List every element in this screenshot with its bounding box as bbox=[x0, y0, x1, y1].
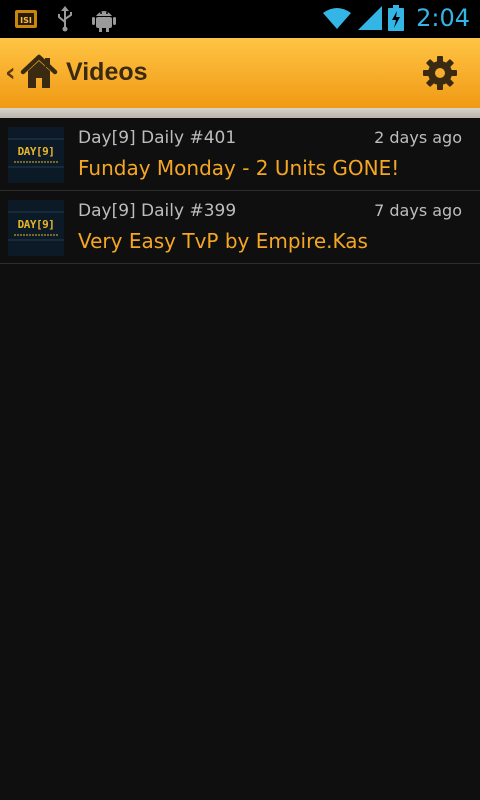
list-item[interactable]: DAY[9] Day[9] Daily #399 7 days ago Very… bbox=[0, 191, 480, 264]
back-chevron-icon[interactable]: ‹ bbox=[5, 58, 16, 88]
gear-icon[interactable] bbox=[422, 55, 458, 91]
video-list: DAY[9] Day[9] Daily #401 2 days ago Fund… bbox=[0, 118, 480, 264]
video-age: 2 days ago bbox=[374, 128, 462, 147]
video-title: Very Easy TvP by Empire.Kas bbox=[78, 229, 368, 253]
svg-text:ISI: ISI bbox=[20, 16, 32, 25]
video-thumbnail: DAY[9] bbox=[8, 127, 64, 183]
status-system: 2:04 bbox=[322, 4, 470, 32]
video-subtitle: Day[9] Daily #401 bbox=[78, 128, 237, 148]
status-time: 2:04 bbox=[416, 4, 470, 32]
usb-icon bbox=[58, 6, 72, 32]
thumbnail-text: DAY[9] bbox=[17, 145, 55, 158]
video-subtitle: Day[9] Daily #399 bbox=[78, 201, 237, 221]
list-item[interactable]: DAY[9] Day[9] Daily #401 2 days ago Fund… bbox=[0, 118, 480, 191]
page-title: Videos bbox=[66, 58, 148, 86]
wifi-icon bbox=[323, 8, 352, 29]
notification-app-icon: ISI bbox=[15, 10, 37, 28]
signal-icon bbox=[358, 6, 383, 30]
home-icon[interactable] bbox=[20, 53, 58, 91]
video-thumbnail: DAY[9] bbox=[8, 200, 64, 256]
thumbnail-text: DAY[9] bbox=[17, 218, 55, 231]
video-age: 7 days ago bbox=[374, 201, 462, 220]
status-notifications: ISI bbox=[14, 6, 116, 32]
video-title: Funday Monday - 2 Units GONE! bbox=[78, 156, 400, 180]
action-bar: ‹ Videos bbox=[0, 38, 480, 109]
battery-charging-icon bbox=[388, 5, 405, 31]
action-bar-divider bbox=[0, 108, 480, 118]
status-bar: ISI 2:04 bbox=[0, 0, 480, 38]
android-debug-icon bbox=[92, 11, 116, 32]
